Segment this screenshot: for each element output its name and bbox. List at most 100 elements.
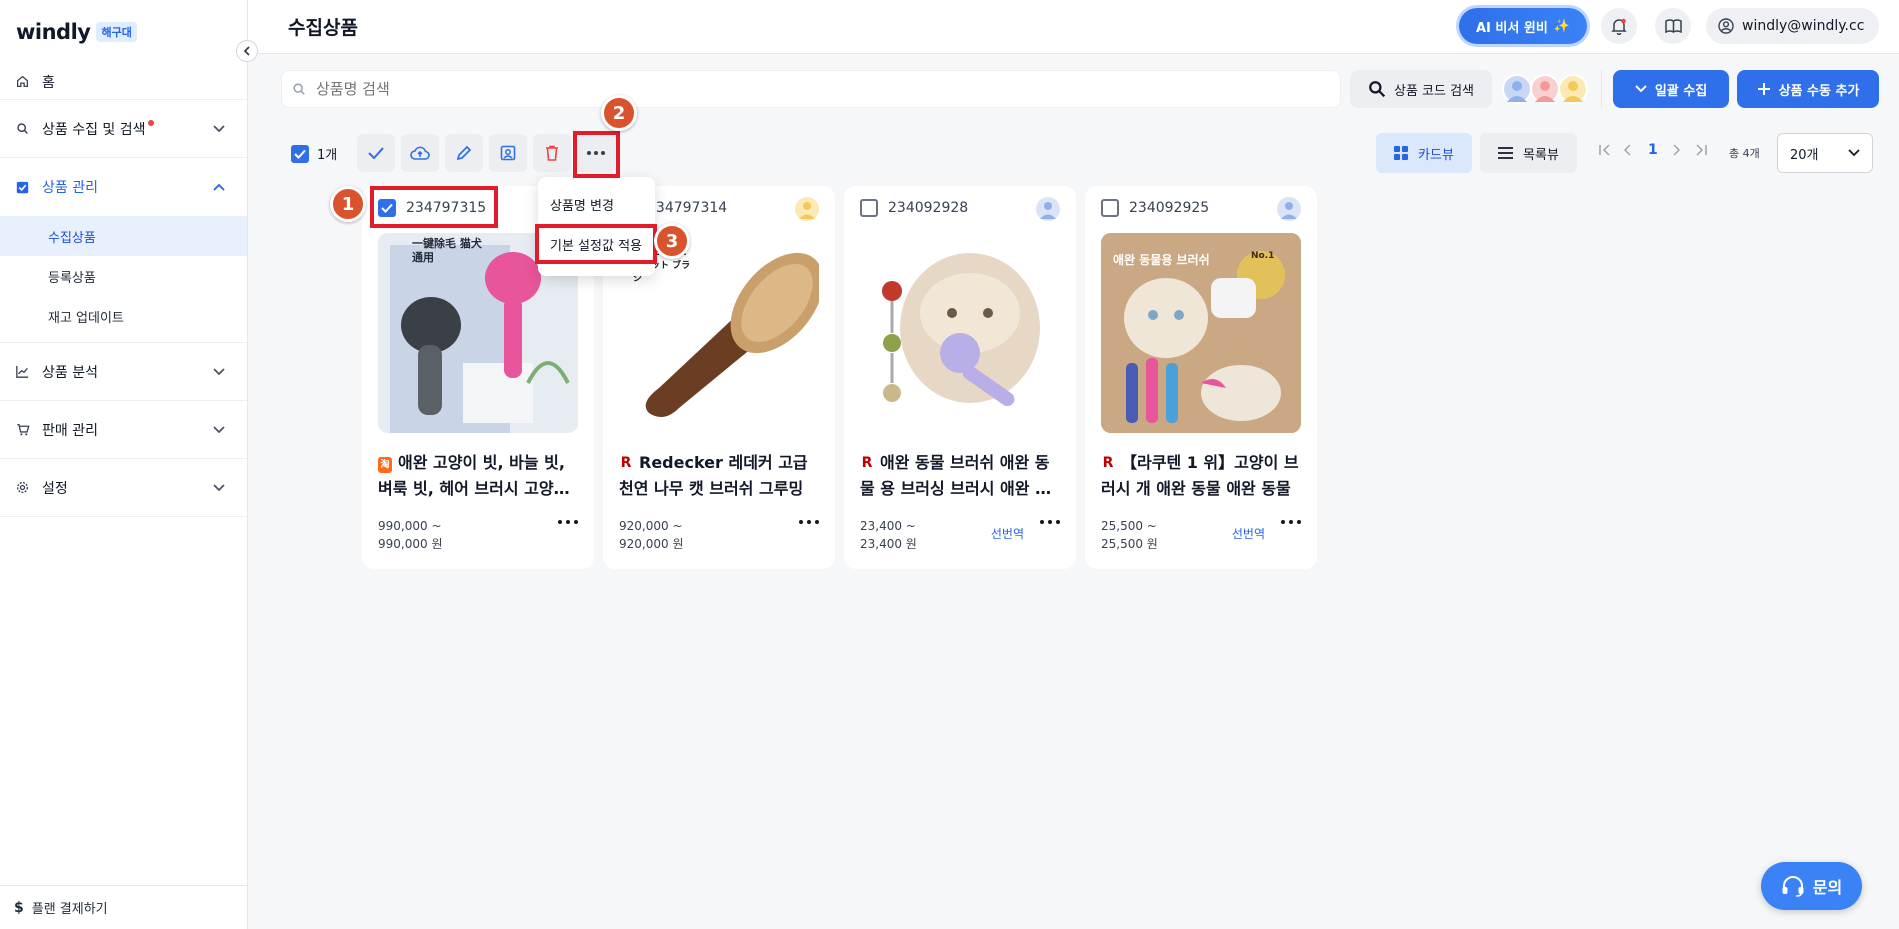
headset-icon [1782,876,1804,897]
avatar [1558,74,1588,104]
sparkle-icon: ✨ [1553,18,1570,34]
price-to: 25,500 원 [1101,537,1158,551]
bulk-collect-button[interactable]: 일괄 수집 [1613,70,1729,108]
product-title-text: 애완 동물 브러쉬 애완 동물 용 브러싱 브러시 애완 동물 [860,453,1050,498]
avatar [1502,74,1532,104]
list-view-label: 목록뷰 [1523,147,1559,163]
card-more-button[interactable] [1281,520,1301,524]
sidebar-item-home[interactable]: 홈 [0,64,247,100]
sidebar-subitem-stock-update[interactable]: 재고 업데이트 [0,296,247,336]
sidebar-item-settings[interactable]: 설정 [0,459,247,517]
product-title[interactable]: R Redecker 레데커 고급 천연 나무 캣 브러쉬 그루밍 [619,450,823,502]
chevron-down-icon [1635,85,1647,93]
product-title-text: 【라쿠텐 1 위】고양이 브러시 개 애완 동물 애완 동물 [1101,453,1299,498]
last-page-icon[interactable] [1695,144,1707,156]
prev-page-icon[interactable] [1623,144,1631,156]
sidebar-item-label: 판매 관리 [42,422,98,439]
per-page-select[interactable]: 20개 [1777,133,1873,173]
sidebar-item-product-management[interactable]: 상품 관리 [0,158,247,216]
code-search-label: 상품 코드 검색 [1393,83,1475,99]
sidebar-item-sales[interactable]: 판매 관리 [0,401,247,459]
home-icon [16,75,34,88]
card-view-label: 카드뷰 [1418,147,1454,163]
chevron-down-icon [1848,149,1860,157]
guide-button[interactable] [1655,8,1691,44]
logo[interactable]: windly [16,20,91,44]
price-to: 920,000 원 [619,537,684,551]
product-title[interactable]: R 【라쿠텐 1 위】고양이 브러시 개 애완 동물 애완 동물 [1101,450,1305,502]
search-icon [292,82,306,96]
select-all[interactable]: 1개 [291,144,337,163]
card-view-button[interactable]: 카드뷰 [1376,133,1472,173]
image-caption: 애완 동물용 브러쉬 [1113,253,1210,267]
user-email: windly@windly.cc [1742,18,1865,34]
image-caption: 一键除毛 猫犬通用 [412,237,482,264]
sidebar-item-collect[interactable]: 상품 수집 및 검색 [0,100,247,158]
rakuten-icon: R [620,455,632,471]
delete-button[interactable] [533,134,571,172]
product-code: 234797314 [647,200,728,216]
first-page-icon[interactable] [1599,144,1611,156]
card-more-button[interactable] [1040,520,1060,524]
team-avatars[interactable] [1502,74,1588,104]
selected-count: 1개 [317,148,338,163]
sidebar-subitem-collected[interactable]: 수집상품 [0,216,247,256]
product-title[interactable]: R애완 동물 브러쉬 애완 동물 용 브러싱 브러시 애완 동물 [860,450,1064,502]
menu-item-rename[interactable]: 상품명 변경 [550,195,614,214]
step-badge: 1 [330,186,366,222]
list-icon [1498,147,1514,159]
trash-icon [546,145,558,161]
sidebar-item-analysis[interactable]: 상품 분석 [0,343,247,401]
image-badge: No.1 [1251,251,1275,261]
sidebar-subitem-registered[interactable]: 등록상품 [0,256,247,296]
sidebar: windly 해구대 홈 상품 수집 및 검색 상품 관리 수집상품 등록상품 … [0,0,248,929]
gear-icon [16,481,34,494]
product-checkbox[interactable] [860,199,878,217]
ai-assistant-button[interactable]: AI 비서 윈비 ✨ [1459,8,1587,44]
manual-add-button[interactable]: 상품 수동 추가 [1737,70,1879,108]
next-page-icon[interactable] [1673,144,1681,156]
select-all-checkbox[interactable] [291,144,309,163]
sidebar-collapse-button[interactable] [236,40,258,62]
product-title[interactable]: 淘애완 고양이 빗, 바늘 빗, 벼룩 빗, 헤어 브러시 고양이 빗 [378,450,582,502]
plan-payment-link[interactable]: $ 플랜 결제하기 [0,885,248,929]
list-view-button[interactable]: 목록뷰 [1480,133,1577,173]
price-to: 23,400 원 [860,537,917,551]
card-more-button[interactable] [799,520,819,524]
taobao-icon: 淘 [378,457,392,473]
chevron-down-icon [213,483,225,492]
grid-icon [1394,146,1409,160]
dollar-icon: $ [14,899,24,916]
product-title-text: Redecker 레데커 고급 천연 나무 캣 브러쉬 그루밍 [619,453,808,498]
card-header: 234092925 [1101,199,1209,217]
search-input[interactable] [316,80,1260,98]
product-card[interactable]: 234092925 애완 동물용 브러쉬 No.1 R 【라쿠텐 1 위】고양이 … [1085,186,1317,569]
product-image[interactable] [860,233,1060,433]
confirm-button[interactable] [357,134,395,172]
price-from: 920,000 ~ [619,519,683,533]
chart-icon [16,365,34,378]
card-more-button[interactable] [558,520,578,524]
logo-badge: 해구대 [96,22,137,42]
pre-translate-link[interactable]: 선번역 [1232,525,1265,542]
product-card[interactable]: 234092928 R 애완 동물 브러쉬 애완 동물 용 브러싱 브러시 애완 … [844,186,1076,569]
page-number[interactable]: 1 [1648,142,1658,158]
pencil-icon [456,145,472,161]
book-icon [1664,19,1682,33]
chevron-up-icon [213,183,225,191]
assignee-avatar [795,197,819,221]
edit-button[interactable] [445,134,483,172]
inquiry-button[interactable]: 문의 [1761,862,1862,910]
notification-button[interactable] [1601,8,1637,44]
price-from: 25,500 ~ [1101,519,1157,533]
assign-button[interactable] [489,134,527,172]
product-image[interactable]: 애완 동물용 브러쉬 No.1 [1101,233,1301,433]
upload-button[interactable] [401,134,439,172]
sidebar-item-label: 홈 [42,74,55,91]
product-checkbox[interactable] [1101,199,1119,217]
code-search-button[interactable]: 상품 코드 검색 [1350,70,1492,108]
pre-translate-link[interactable]: 선번역 [991,525,1024,542]
sidebar-item-label: 상품 수집 및 검색 [42,121,146,138]
user-menu-button[interactable]: windly@windly.cc [1706,8,1879,44]
highlight-box [370,186,498,228]
